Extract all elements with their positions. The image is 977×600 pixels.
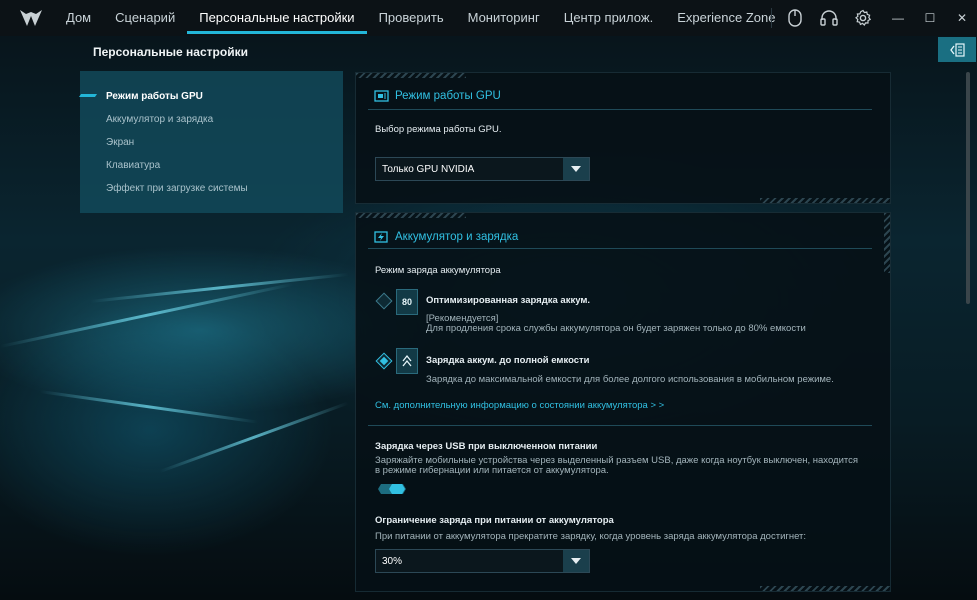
gpu-card-header: Режим работы GPU	[374, 90, 501, 102]
battery-80-icon-text: 80	[401, 297, 412, 307]
battery-charge-icon	[374, 231, 388, 243]
battery-limit-dropdown[interactable]: 30%	[375, 549, 590, 573]
gpu-mode-dropdown[interactable]: Только GPU NVIDIA	[375, 157, 590, 181]
nav-tab-check[interactable]: Проверить	[367, 0, 456, 36]
divider	[368, 109, 872, 110]
panel-toggle-button[interactable]	[938, 37, 976, 62]
gpu-mode-description: Выбор режима работы GPU.	[375, 124, 502, 135]
battery-80-icon: 80	[396, 289, 418, 315]
full-charging-title[interactable]: Зарядка аккум. до полной емкости	[426, 355, 590, 366]
radio-optimized-charging[interactable]	[375, 292, 393, 310]
settings-sidebar: Режим работы GPU Аккумулятор и зарядка Э…	[78, 71, 343, 213]
settings-button[interactable]	[846, 0, 880, 36]
battery-card-title: Аккумулятор и зарядка	[395, 231, 519, 243]
mouse-button[interactable]	[778, 0, 812, 36]
card-decoration	[760, 586, 890, 591]
gpu-mode-selected-value: Только GPU NVIDIA	[382, 163, 475, 175]
battery-info-link[interactable]: См. дополнительную информацию о состояни…	[375, 400, 664, 411]
usb-charging-description-2: в режиме гибернации или питается от акку…	[375, 465, 609, 476]
active-indicator	[78, 94, 98, 97]
battery-limit-title: Ограничение заряда при питании от аккуму…	[375, 515, 614, 526]
chevron-down-icon	[563, 550, 589, 572]
mouse-icon	[788, 9, 802, 27]
bg-light-streak	[0, 282, 294, 348]
nav-tab-home[interactable]: Дом	[54, 0, 103, 36]
maximize-button[interactable]: ☐	[914, 0, 946, 36]
card-decoration	[884, 213, 890, 273]
headset-button[interactable]	[812, 0, 846, 36]
top-bar: Дом Сценарий Персональные настройки Пров…	[0, 0, 977, 36]
topbar-divider	[771, 8, 772, 28]
gpu-card-title: Режим работы GPU	[395, 90, 501, 102]
optimized-charging-description: Для продления срока службы аккумулятора …	[426, 323, 806, 334]
usb-charging-toggle[interactable]	[377, 483, 407, 495]
battery-full-icon	[396, 348, 418, 374]
page-scrollbar[interactable]	[966, 72, 970, 304]
divider	[368, 248, 872, 249]
close-button[interactable]: ✕	[946, 0, 977, 36]
nav-tab-experience-zone[interactable]: Experience Zone	[665, 0, 787, 36]
gpu-mode-card: Режим работы GPU Выбор режима работы GPU…	[355, 72, 891, 204]
divider	[368, 425, 872, 426]
sidebar-item-display[interactable]: Экран	[106, 137, 134, 148]
nav-tab-monitoring[interactable]: Мониторинг	[456, 0, 552, 36]
full-charging-description: Зарядка до максимальной емкости для боле…	[426, 374, 834, 385]
minimize-button[interactable]: —	[882, 0, 914, 36]
sidebar-item-battery[interactable]: Аккумулятор и зарядка	[106, 114, 213, 125]
card-decoration	[760, 198, 890, 203]
card-decoration	[356, 213, 466, 218]
bg-light-streak	[39, 390, 259, 424]
charge-mode-label: Режим заряда аккумулятора	[375, 265, 501, 276]
battery-limit-description: При питании от аккумулятора прекратите з…	[375, 531, 807, 542]
sidebar-item-gpu-mode[interactable]: Режим работы GPU	[106, 91, 203, 102]
nav-tab-scenario[interactable]: Сценарий	[103, 0, 187, 36]
page-title: Персональные настройки	[93, 45, 248, 59]
card-decoration	[356, 73, 466, 78]
sidebar-item-boot-effect[interactable]: Эффект при загрузке системы	[106, 183, 248, 194]
gpu-icon	[374, 90, 389, 102]
battery-limit-selected-value: 30%	[382, 555, 403, 567]
nav-tab-app-center[interactable]: Центр прилож.	[552, 0, 665, 36]
battery-card-header: Аккумулятор и зарядка	[374, 231, 518, 243]
chevron-down-icon	[563, 158, 589, 180]
optimized-charging-title[interactable]: Оптимизированная зарядка аккум.	[426, 295, 590, 306]
sidebar-item-keyboard[interactable]: Клавиатура	[106, 160, 160, 171]
nav-tab-personal-settings[interactable]: Персональные настройки	[187, 0, 367, 36]
main-nav: Дом Сценарий Персональные настройки Пров…	[54, 0, 787, 36]
radio-full-charging[interactable]	[375, 352, 393, 370]
predator-logo-icon	[20, 10, 42, 26]
side-panel-icon	[950, 42, 965, 57]
usb-charging-title: Зарядка через USB при выключенном питани…	[375, 441, 598, 452]
gear-icon	[855, 9, 872, 26]
headset-icon	[820, 10, 838, 26]
battery-charging-card: Аккумулятор и зарядка Режим заряда аккум…	[355, 212, 891, 592]
